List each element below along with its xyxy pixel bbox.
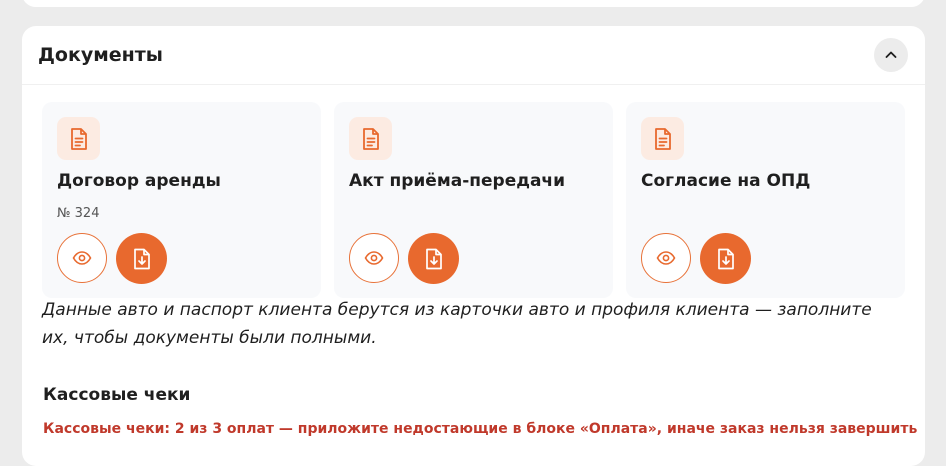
previous-section-card [22, 0, 925, 7]
eye-icon [364, 251, 384, 265]
eye-icon [656, 251, 676, 265]
document-title: Согласие на ОПД [641, 171, 811, 191]
documents-header: Документы [22, 26, 925, 85]
download-button[interactable] [408, 233, 459, 284]
file-download-icon [425, 248, 442, 269]
documents-note: Данные авто и паспорт клиента берутся из… [42, 300, 872, 348]
view-button[interactable] [349, 233, 399, 283]
download-button[interactable] [116, 233, 167, 284]
documents-panel: Документы Договор аренды № 324 Акт приём… [22, 26, 925, 466]
document-icon [349, 117, 392, 160]
document-icon [641, 117, 684, 160]
receipts-title: Кассовые чеки [43, 385, 191, 405]
document-number: № 324 [57, 206, 100, 221]
documents-title: Документы [38, 44, 163, 66]
download-button[interactable] [700, 233, 751, 284]
eye-icon [72, 251, 92, 265]
file-download-icon [133, 248, 150, 269]
view-button[interactable] [641, 233, 691, 283]
receipts-warning: Кассовые чеки: 2 из 3 оплат — приложите … [43, 421, 918, 437]
document-icon [57, 117, 100, 160]
document-title: Договор аренды [57, 171, 221, 191]
file-download-icon [717, 248, 734, 269]
document-card-consent-pd: Согласие на ОПД [626, 102, 905, 298]
collapse-button[interactable] [874, 38, 908, 72]
view-button[interactable] [57, 233, 107, 283]
document-card-rental-contract: Договор аренды № 324 [42, 102, 321, 298]
document-card-acceptance-act: Акт приёма-передачи [334, 102, 613, 298]
chevron-up-icon [885, 51, 897, 58]
document-title: Акт приёма-передачи [349, 171, 566, 191]
